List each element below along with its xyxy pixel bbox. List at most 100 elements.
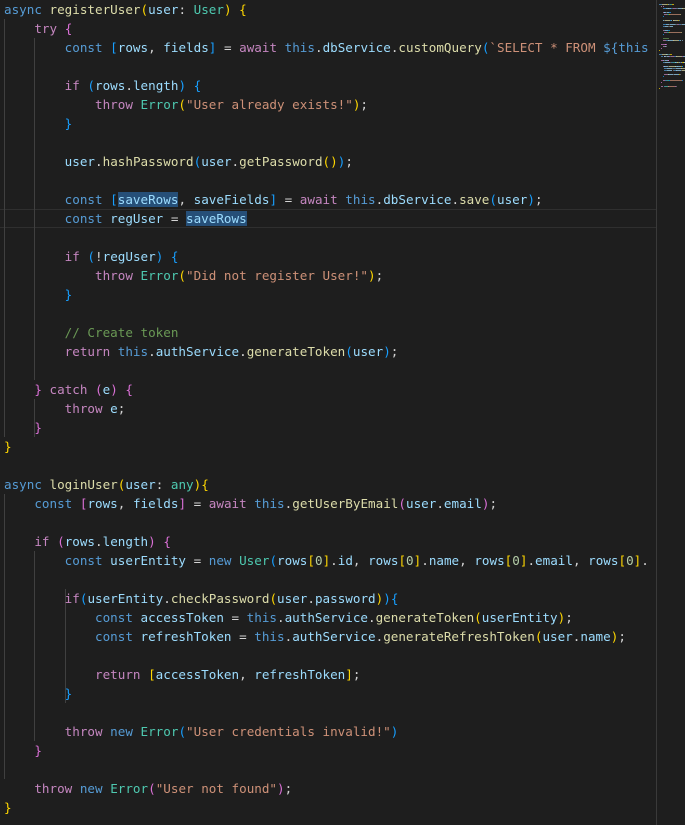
code-token: } bbox=[34, 382, 42, 397]
minimap-token bbox=[670, 12, 672, 13]
code-line[interactable]: if (!regUser) { bbox=[4, 247, 179, 266]
code-line[interactable]: } bbox=[4, 798, 12, 817]
code-line[interactable]: throw e; bbox=[4, 399, 126, 418]
code-token: ; bbox=[117, 401, 126, 416]
code-token: ( bbox=[398, 496, 406, 511]
code-token: rows bbox=[368, 553, 399, 568]
code-token: this bbox=[284, 40, 315, 55]
code-token: ( bbox=[95, 382, 103, 397]
code-token: dbService bbox=[383, 192, 452, 207]
code-token: Error bbox=[140, 268, 179, 283]
code-line[interactable]: } bbox=[4, 684, 73, 703]
minimap-token bbox=[662, 34, 664, 35]
code-line[interactable]: // Create token bbox=[4, 323, 179, 342]
code-token: name bbox=[428, 553, 460, 568]
code-token: ] bbox=[345, 667, 353, 682]
code-line[interactable]: try { bbox=[4, 19, 72, 38]
code-token: ; bbox=[375, 268, 384, 283]
code-token: getUserByEmail bbox=[292, 496, 399, 511]
code-token: rows bbox=[64, 534, 96, 549]
code-line[interactable]: return this.authService.generateToken(us… bbox=[4, 342, 399, 361]
code-token: = bbox=[216, 40, 240, 55]
code-token: const bbox=[64, 211, 111, 226]
code-token: ) bbox=[368, 268, 376, 283]
code-token: async bbox=[4, 477, 50, 492]
code-line[interactable]: async loginUser(user: any){ bbox=[4, 475, 209, 494]
code-token: { bbox=[390, 591, 399, 606]
code-line[interactable]: const accessToken = this.authService.gen… bbox=[4, 608, 573, 627]
code-token: { bbox=[193, 78, 202, 93]
code-line[interactable]: const [rows, fields] = await this.dbServ… bbox=[4, 38, 649, 57]
code-token: const bbox=[95, 610, 141, 625]
code-line[interactable]: } bbox=[4, 114, 73, 133]
code-token: . bbox=[451, 192, 460, 207]
code-token: ( bbox=[148, 781, 156, 796]
code-line[interactable]: const refreshToken = this.authService.ge… bbox=[4, 627, 626, 646]
code-token: ; bbox=[489, 496, 498, 511]
code-token: : bbox=[155, 477, 171, 492]
code-line[interactable]: async registerUser(user: User) { bbox=[4, 0, 247, 19]
minimap-token bbox=[659, 50, 660, 51]
code-line[interactable]: } bbox=[4, 437, 12, 456]
code-token: } bbox=[4, 439, 12, 454]
code-token: this bbox=[618, 40, 649, 55]
code-token: [ bbox=[618, 553, 627, 568]
code-line[interactable]: if(userEntity.checkPassword(user.passwor… bbox=[4, 589, 399, 608]
code-token: hashPassword bbox=[102, 154, 194, 169]
code-line[interactable]: } catch (e) { bbox=[4, 380, 133, 399]
code-line[interactable]: user.hashPassword(user.getPassword()); bbox=[4, 152, 353, 171]
code-line[interactable]: throw Error("Did not register User!"); bbox=[4, 266, 383, 285]
code-line[interactable]: return [accessToken, refreshToken]; bbox=[4, 665, 360, 684]
code-line[interactable]: throw new Error("User not found"); bbox=[4, 779, 292, 798]
code-token: ; bbox=[534, 192, 543, 207]
code-token: await bbox=[299, 192, 346, 207]
code-token: , bbox=[352, 553, 369, 568]
code-token: , bbox=[178, 192, 194, 207]
code-line[interactable]: if (rows.length) { bbox=[4, 76, 202, 95]
minimap-token bbox=[662, 16, 664, 17]
code-line[interactable]: } bbox=[4, 741, 42, 760]
code-line[interactable]: const userEntity = new User(rows[0].id, … bbox=[4, 551, 649, 570]
code-token: ] bbox=[269, 192, 278, 207]
code-token: generateToken bbox=[246, 344, 346, 359]
code-token: password bbox=[314, 591, 376, 606]
minimap-token bbox=[681, 80, 683, 81]
minimap-token bbox=[681, 68, 685, 69]
code-token: = bbox=[186, 496, 209, 511]
code-token: this bbox=[246, 610, 277, 625]
code-line[interactable]: } bbox=[4, 418, 42, 437]
code-token: new bbox=[110, 724, 141, 739]
code-line[interactable]: throw Error("User already exists!"); bbox=[4, 95, 368, 114]
code-editor[interactable]: async registerUser(user: User) { try { c… bbox=[0, 0, 656, 825]
code-token: throw bbox=[95, 268, 141, 283]
code-token: [ bbox=[110, 40, 118, 55]
minimap-token bbox=[681, 70, 685, 71]
code-token: saveFields bbox=[193, 192, 270, 207]
code-line[interactable]: if (rows.length) { bbox=[4, 532, 171, 551]
minimap-token bbox=[669, 32, 681, 33]
code-token: . bbox=[277, 610, 285, 625]
code-token: async bbox=[4, 2, 50, 17]
code-token: save bbox=[459, 192, 490, 207]
code-line[interactable]: } bbox=[4, 285, 73, 304]
minimap[interactable] bbox=[657, 0, 685, 825]
code-line[interactable]: const regUser = saveRows bbox=[4, 209, 247, 228]
code-line[interactable]: const [saveRows, saveFields] = await thi… bbox=[4, 190, 543, 209]
code-token: user bbox=[542, 629, 573, 644]
code-token: ( bbox=[178, 268, 187, 283]
code-token: throw bbox=[34, 781, 80, 796]
code-token: "User credentials invalid!" bbox=[186, 724, 391, 739]
code-line[interactable]: const [rows, fields] = await this.getUse… bbox=[4, 494, 497, 513]
code-token: Error bbox=[140, 97, 179, 112]
code-token: refreshToken bbox=[140, 629, 232, 644]
code-line[interactable]: throw new Error("User credentials invali… bbox=[4, 722, 399, 741]
